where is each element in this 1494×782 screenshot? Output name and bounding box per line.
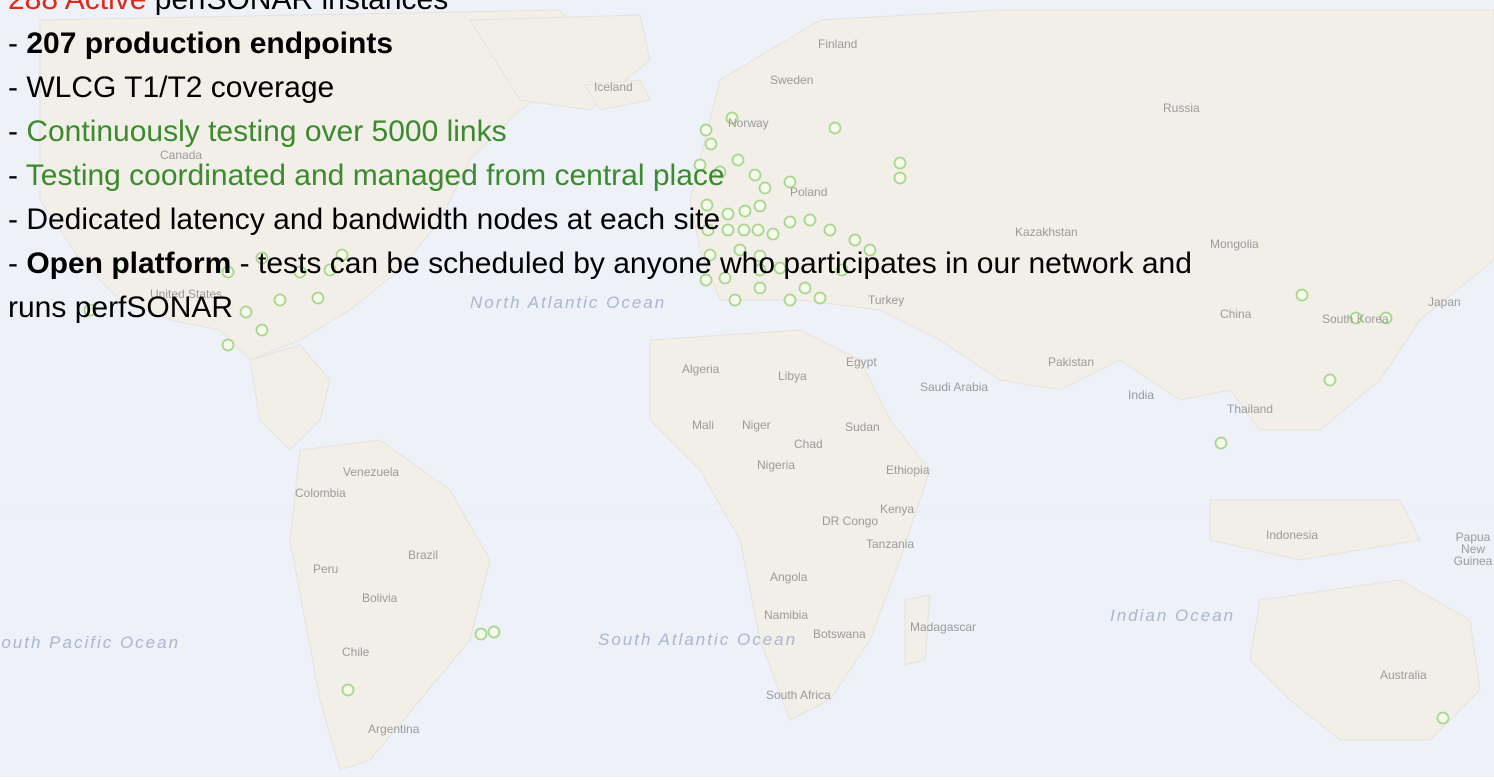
country-label: Nigeria: [757, 458, 796, 472]
site-marker-icon[interactable]: [1436, 711, 1450, 725]
country-label: Egypt: [846, 355, 877, 369]
bullet-text: - WLCG T1/T2 coverage: [8, 71, 335, 104]
country-label: Indonesia: [1266, 528, 1319, 542]
bullet-text: -: [8, 115, 27, 148]
country-label: Venezuela: [343, 465, 400, 479]
country-label: Bolivia: [362, 591, 398, 605]
country-label: Sudan: [845, 420, 880, 434]
country-label: Angola: [770, 570, 808, 584]
ocean-label: South Atlantic Ocean: [598, 630, 798, 649]
bullet-line: - Dedicated latency and bandwidth nodes …: [8, 198, 1494, 242]
country-label: DR Congo: [822, 514, 879, 528]
bullet-text: - Dedicated latency and bandwidth nodes …: [8, 203, 721, 236]
country-label: Madagascar: [910, 620, 977, 634]
country-label: Ethiopia: [886, 463, 930, 477]
bullet-line: runs perfSONAR: [8, 286, 1494, 330]
ocean-label: South Pacific Ocean: [0, 633, 181, 652]
country-label: Chad: [794, 437, 823, 451]
country-label: Tanzania: [866, 537, 915, 551]
country-label: Namibia: [764, 608, 809, 622]
country-label: Papua New Guinea: [1453, 530, 1493, 568]
site-marker-icon[interactable]: [221, 338, 235, 352]
country-label: Algeria: [682, 362, 720, 376]
country-label: Colombia: [295, 486, 346, 500]
country-label: Libya: [778, 369, 807, 383]
country-label: Thailand: [1227, 402, 1274, 416]
site-marker-icon[interactable]: [1323, 373, 1337, 387]
bullet-text: Continuously testing over 5000 links: [26, 115, 507, 148]
bullet-text: -: [8, 27, 27, 60]
bullet-text: runs perfSONAR: [8, 291, 234, 324]
ocean-label: Indian Ocean: [1110, 606, 1236, 625]
bullet-text: -: [8, 159, 26, 192]
country-label: Niger: [742, 418, 771, 432]
country-label: India: [1128, 388, 1155, 402]
bullet-line: - Open platform - tests can be scheduled…: [8, 242, 1494, 286]
bullet-text: - tests can be scheduled by anyone who p…: [231, 247, 1192, 280]
site-marker-icon[interactable]: [1214, 436, 1228, 450]
country-label: Mali: [692, 418, 715, 432]
country-label: Botswana: [813, 627, 866, 641]
country-label: Australia: [1380, 668, 1427, 682]
bullet-text: Open platform: [26, 247, 232, 280]
bullet-line: - Continuously testing over 5000 links: [8, 110, 1494, 154]
bullet-text: 207 production endpoints: [26, 27, 394, 60]
bullet-line: - WLCG T1/T2 coverage: [8, 66, 1494, 110]
country-label: Chile: [342, 645, 370, 659]
country-label: Pakistan: [1048, 355, 1095, 369]
bullet-list: 288 Active perfSONAR instances- 207 prod…: [8, 0, 1494, 330]
country-label: Peru: [313, 562, 339, 576]
site-marker-icon[interactable]: [487, 625, 501, 639]
bullet-text: perfSONAR instances: [146, 0, 448, 16]
site-marker-icon[interactable]: [341, 683, 355, 697]
bullet-text: 288 Active: [8, 0, 146, 16]
country-label: South Africa: [766, 688, 831, 702]
country-label: Argentina: [368, 722, 420, 736]
country-label: Brazil: [408, 548, 439, 562]
bullet-text: Testing coordinated and managed from cen…: [25, 159, 725, 192]
bullet-line: - 207 production endpoints: [8, 22, 1494, 66]
bullet-line: 288 Active perfSONAR instances: [8, 0, 1494, 22]
bullet-text: -: [8, 247, 27, 280]
site-marker-icon[interactable]: [474, 627, 488, 641]
country-label: Saudi Arabia: [920, 380, 989, 394]
bullet-line: - Testing coordinated and managed from c…: [8, 154, 1494, 198]
country-label: Kenya: [880, 502, 915, 516]
